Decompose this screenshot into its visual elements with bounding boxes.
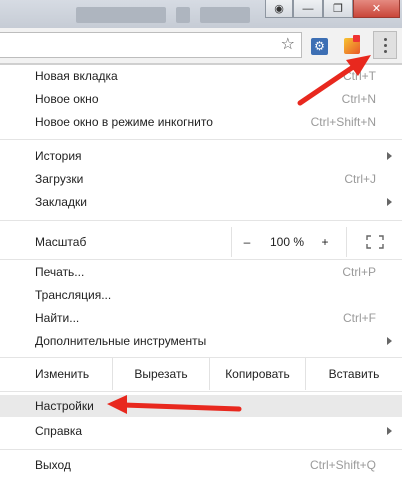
blurred-tab[interactable] — [200, 7, 250, 23]
close-window-button[interactable]: ✕ — [353, 0, 400, 18]
extension-settings-icon[interactable]: ⚙ — [311, 38, 328, 55]
zoom-row: Масштаб – 100 % + — [0, 227, 402, 257]
menu-item-new-tab[interactable]: Новая вкладка Ctrl+T — [0, 65, 402, 87]
menu-item-shortcut: Ctrl+Shift+N — [310, 115, 376, 129]
title-bar: ◉ — ❐ ✕ — [0, 0, 402, 28]
menu-dot-icon — [383, 43, 387, 47]
menu-separator — [0, 139, 402, 140]
menu-item-label: История — [35, 149, 82, 163]
menu-item-label: Закладки — [35, 195, 87, 209]
menu-item-find[interactable]: Найти... Ctrl+F — [0, 307, 402, 329]
menu-item-shortcut: Ctrl+F — [343, 311, 376, 325]
menu-item-shortcut: Ctrl+P — [342, 265, 376, 279]
menu-separator — [0, 220, 402, 221]
menu-item-label: Настройки — [35, 399, 94, 413]
menu-item-shortcut: Ctrl+N — [341, 92, 376, 106]
menu-item-shortcut: Ctrl+Shift+Q — [309, 458, 376, 472]
extension-icon[interactable] — [344, 35, 360, 54]
chrome-menu-button[interactable] — [373, 31, 397, 59]
edit-label: Изменить — [35, 367, 90, 381]
blurred-tab-close[interactable] — [176, 7, 190, 23]
menu-item-new-window[interactable]: Новое окно Ctrl+N — [0, 88, 402, 110]
menu-separator — [0, 259, 402, 260]
menu-item-shortcut: Ctrl+J — [344, 172, 376, 186]
zoom-label: Масштаб — [35, 235, 87, 249]
copy-button[interactable]: Копировать — [210, 358, 305, 390]
menu-item-settings[interactable]: Настройки — [0, 395, 402, 417]
submenu-arrow-icon — [387, 337, 392, 345]
menu-item-label: Справка — [35, 424, 83, 438]
menu-item-label: Найти... — [35, 311, 80, 325]
edit-row: Изменить Вырезать Копировать Вставить — [0, 358, 402, 390]
restore-button[interactable]: ❐ — [323, 0, 353, 18]
menu-item-help[interactable]: Справка — [0, 420, 402, 442]
menu-item-label: Новая вкладка — [35, 69, 118, 83]
menu-item-bookmarks[interactable]: Закладки — [0, 191, 402, 213]
menu-item-label: Выход — [35, 458, 71, 472]
menu-item-label: Новое окно в режиме инкогнито — [35, 115, 213, 129]
minimize-button[interactable]: — — [293, 0, 323, 18]
fullscreen-button[interactable] — [347, 227, 402, 257]
zoom-in-button[interactable]: + — [312, 227, 338, 257]
star-bookmark-icon[interactable]: ☆ — [281, 36, 295, 54]
profile-icon[interactable]: ◉ — [265, 0, 293, 18]
zoom-value: 100 % — [269, 235, 305, 249]
menu-separator — [0, 449, 402, 450]
paste-button[interactable]: Вставить — [306, 358, 402, 390]
menu-item-history[interactable]: История — [0, 145, 402, 167]
address-bar[interactable]: ☆ — [0, 32, 302, 58]
submenu-arrow-icon — [387, 152, 392, 160]
submenu-arrow-icon — [387, 198, 392, 206]
menu-dot-icon — [383, 37, 387, 41]
menu-item-exit[interactable]: Выход Ctrl+Shift+Q — [0, 454, 402, 476]
extension-badge — [353, 35, 360, 42]
menu-item-label: Загрузки — [35, 172, 84, 186]
menu-item-label: Трансляция... — [35, 288, 112, 302]
zoom-out-button[interactable]: – — [232, 227, 262, 257]
menu-item-downloads[interactable]: Загрузки Ctrl+J — [0, 168, 402, 190]
menu-item-label: Новое окно — [35, 92, 99, 106]
menu-item-incognito[interactable]: Новое окно в режиме инкогнито Ctrl+Shift… — [0, 111, 402, 133]
browser-toolbar: ☆ ⚙ — [0, 28, 402, 64]
menu-separator — [0, 391, 402, 392]
menu-item-print[interactable]: Печать... Ctrl+P — [0, 261, 402, 283]
menu-dot-icon — [383, 49, 387, 53]
menu-item-label: Дополнительные инструменты — [35, 334, 207, 348]
menu-item-label: Печать... — [35, 265, 85, 279]
cut-button[interactable]: Вырезать — [113, 358, 209, 390]
menu-item-more-tools[interactable]: Дополнительные инструменты — [0, 330, 402, 352]
menu-item-cast[interactable]: Трансляция... — [0, 284, 402, 306]
chrome-main-menu: Новая вкладка Ctrl+T Новое окно Ctrl+N Н… — [0, 64, 402, 483]
submenu-arrow-icon — [387, 427, 392, 435]
fullscreen-icon — [365, 235, 384, 249]
blurred-tab[interactable] — [76, 7, 166, 23]
menu-item-shortcut: Ctrl+T — [343, 69, 376, 83]
